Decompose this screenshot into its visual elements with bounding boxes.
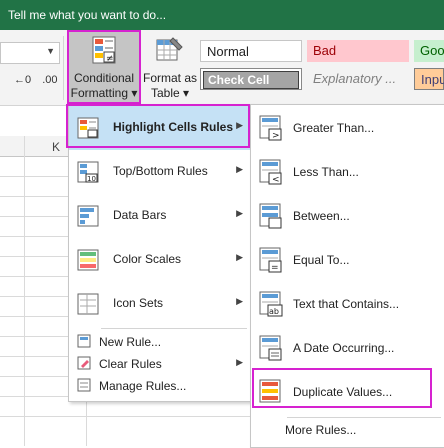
manage-rules-icon — [77, 378, 91, 392]
chevron-right-icon: ▶ — [236, 208, 243, 218]
submenu-item-equal-to[interactable]: = Equal To... — [251, 239, 444, 283]
clear-rules-label: Clear Rules — [99, 357, 162, 371]
menu-item-manage-rules[interactable]: Manage Rules... — [69, 375, 251, 397]
icon-sets-label: Icon Sets — [113, 296, 164, 310]
style-good[interactable]: Goo — [414, 40, 444, 62]
chevron-right-icon: ▶ — [236, 296, 243, 306]
greater-than-icon: > — [259, 115, 282, 141]
ribbon-divider — [63, 36, 64, 100]
color-scales-icon — [77, 249, 99, 271]
highlight-cells-rules-highlight — [66, 104, 250, 148]
new-rule-icon — [77, 334, 91, 348]
decrease-decimal-icon[interactable]: .00 — [42, 74, 57, 86]
equal-to-label: Equal To... — [293, 253, 350, 267]
text-contains-label: Text that Contains... — [293, 297, 400, 311]
submenu-item-less-than[interactable]: < Less Than... — [251, 151, 444, 195]
column-header-k[interactable]: K — [52, 140, 60, 154]
menu-item-data-bars[interactable]: Data Bars ▶ — [69, 194, 251, 238]
submenu-item-text-contains[interactable]: ab Text that Contains... — [251, 283, 444, 327]
text-contains-icon: ab — [259, 291, 283, 317]
fat-label-line2: Table ▾ — [150, 86, 190, 100]
top-bottom-icon: 10 — [77, 161, 99, 183]
format-as-table-icon — [156, 37, 183, 61]
number-format-icons[interactable]: ←0 .00 — [14, 74, 57, 86]
conditional-formatting-menu: Highlight Cells Rules ▶ 10 Top/Bottom Ru… — [68, 104, 252, 402]
less-than-icon: < — [259, 159, 282, 185]
equal-to-icon: = — [259, 247, 282, 273]
chevron-down-icon: ▼ — [46, 46, 55, 56]
date-occurring-label: A Date Occurring... — [293, 341, 395, 355]
submenu-item-between[interactable]: Between... — [251, 195, 444, 239]
submenu-item-date-occurring[interactable]: A Date Occurring... — [251, 327, 444, 371]
style-explanatory[interactable]: Explanatory ... — [307, 68, 409, 90]
style-bad[interactable]: Bad — [307, 40, 409, 62]
new-rule-label: New Rule... — [99, 335, 162, 349]
data-bars-label: Data Bars — [113, 208, 167, 222]
svg-text:=: = — [271, 263, 279, 273]
check-cell-inner: Check Cell — [203, 71, 299, 89]
style-normal[interactable]: Normal — [200, 40, 302, 62]
color-scales-label: Color Scales — [113, 252, 182, 266]
tell-me-text: Tell me what you want to do... — [8, 8, 167, 22]
greater-than-label: Greater Than... — [293, 121, 375, 135]
format-as-table-button[interactable]: Format as Table ▾ — [142, 31, 198, 103]
data-bars-icon — [77, 205, 99, 227]
fat-label-line1: Format as — [142, 71, 197, 85]
submenu-item-more-rules[interactable]: More Rules... — [285, 423, 356, 437]
date-occurring-icon — [259, 335, 282, 361]
conditional-formatting-highlight — [67, 30, 141, 104]
style-check-cell[interactable]: Check Cell — [200, 68, 302, 90]
ribbon: ▼ ←0 .00 ≠ Conditional Formatting ▾ Form… — [0, 30, 444, 106]
duplicate-values-highlight — [252, 368, 432, 408]
tell-me-bar[interactable]: Tell me what you want to do... — [0, 0, 444, 30]
svg-text:<: < — [272, 175, 280, 185]
menu-item-color-scales[interactable]: Color Scales ▶ — [69, 238, 251, 282]
menu-divider — [101, 328, 247, 329]
number-format-combo[interactable]: ▼ — [0, 42, 60, 64]
chevron-right-icon: ▶ — [236, 252, 243, 262]
svg-text:>: > — [272, 131, 280, 141]
submenu-item-greater-than[interactable]: > Greater Than... — [251, 107, 444, 151]
between-icon — [259, 203, 282, 229]
clear-rules-icon — [77, 356, 91, 370]
menu-item-icon-sets[interactable]: Icon Sets ▶ — [69, 282, 251, 326]
menu-item-top-bottom-rules[interactable]: 10 Top/Bottom Rules ▶ — [69, 150, 251, 194]
submenu-divider — [287, 417, 441, 418]
top-bottom-label: Top/Bottom Rules — [113, 164, 208, 178]
between-label: Between... — [293, 209, 350, 223]
increase-decimal-icon[interactable]: ←0 — [14, 74, 31, 86]
less-than-label: Less Than... — [293, 165, 359, 179]
manage-rules-label: Manage Rules... — [99, 379, 187, 393]
svg-text:ab: ab — [269, 307, 279, 316]
icon-sets-icon — [77, 293, 99, 315]
style-input[interactable]: Inpu — [414, 68, 444, 90]
menu-item-new-rule[interactable]: New Rule... — [69, 331, 251, 353]
chevron-right-icon: ▶ — [236, 164, 243, 174]
menu-item-clear-rules[interactable]: Clear Rules ▶ — [69, 353, 251, 375]
svg-text:10: 10 — [87, 175, 96, 183]
chevron-right-icon: ▶ — [236, 357, 243, 367]
